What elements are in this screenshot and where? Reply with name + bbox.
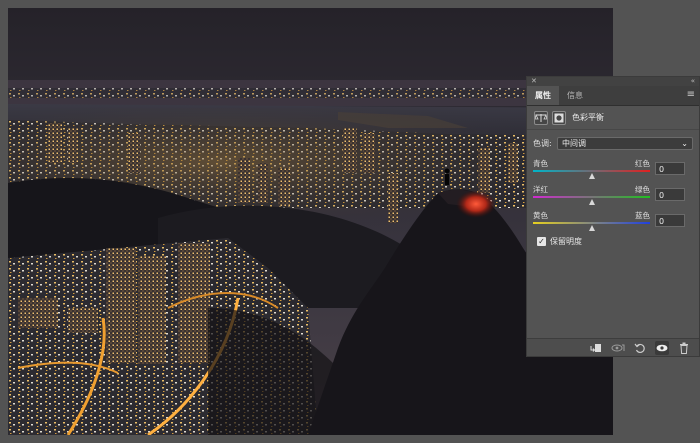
- panel-title-bar: ✕ «: [527, 77, 699, 86]
- reset-icon[interactable]: [633, 341, 647, 355]
- slider-track[interactable]: [533, 170, 650, 172]
- slider-value-input[interactable]: 0: [655, 162, 685, 175]
- slider-cyan-red: 青色 红色 0: [533, 159, 693, 179]
- adjustment-header: 色彩平衡: [527, 106, 699, 130]
- clip-to-layer-icon[interactable]: [589, 341, 603, 355]
- slider-left-label: 青色: [533, 159, 548, 168]
- balance-scale-icon[interactable]: [534, 110, 548, 125]
- tab-info[interactable]: 信息: [559, 86, 591, 105]
- properties-panel: ✕ « 属性 信息 ≡ 色彩平衡 色调: 中间调 ⌄ 青色 红色 0 洋红 绿色…: [526, 76, 700, 357]
- slider-left-label: 黄色: [533, 211, 548, 220]
- slider-value-input[interactable]: 0: [655, 188, 685, 201]
- document-canvas[interactable]: [8, 8, 613, 435]
- panel-footer-toolbar: [527, 338, 699, 356]
- slider-right-label: 蓝色: [635, 211, 650, 220]
- slider-track[interactable]: [533, 222, 650, 224]
- panel-menu-icon[interactable]: ≡: [687, 89, 695, 101]
- slider-thumb[interactable]: [588, 173, 595, 179]
- slider-magenta-green: 洋红 绿色 0: [533, 185, 693, 205]
- eye-icon[interactable]: [655, 340, 669, 355]
- trash-icon[interactable]: [677, 341, 691, 355]
- close-icon[interactable]: ✕: [531, 77, 537, 86]
- view-previous-state-icon[interactable]: [611, 341, 625, 355]
- tab-properties[interactable]: 属性: [527, 86, 559, 105]
- tone-row: 色调: 中间调 ⌄: [527, 130, 699, 150]
- preserve-luminosity-label: 保留明度: [550, 237, 582, 246]
- slider-left-label: 洋红: [533, 185, 548, 194]
- slider-thumb[interactable]: [588, 225, 595, 231]
- night-city-photo: [8, 8, 613, 435]
- panel-tabs: 属性 信息 ≡: [527, 86, 699, 106]
- slider-value-input[interactable]: 0: [655, 214, 685, 227]
- chevron-down-icon: ⌄: [681, 139, 688, 148]
- slider-yellow-blue: 黄色 蓝色 0: [533, 211, 693, 231]
- tone-value: 中间调: [562, 139, 586, 148]
- tone-dropdown[interactable]: 中间调 ⌄: [557, 137, 693, 150]
- preserve-luminosity-row: ✓ 保留明度: [537, 236, 582, 247]
- collapse-icon[interactable]: «: [691, 77, 695, 86]
- preserve-luminosity-checkbox[interactable]: ✓: [537, 237, 546, 246]
- slider-right-label: 红色: [635, 159, 650, 168]
- adjustment-title: 色彩平衡: [572, 113, 604, 122]
- slider-right-label: 绿色: [635, 185, 650, 194]
- tone-label: 色调:: [533, 139, 552, 148]
- slider-thumb[interactable]: [588, 199, 595, 205]
- slider-track[interactable]: [533, 196, 650, 198]
- mask-icon[interactable]: [552, 110, 566, 125]
